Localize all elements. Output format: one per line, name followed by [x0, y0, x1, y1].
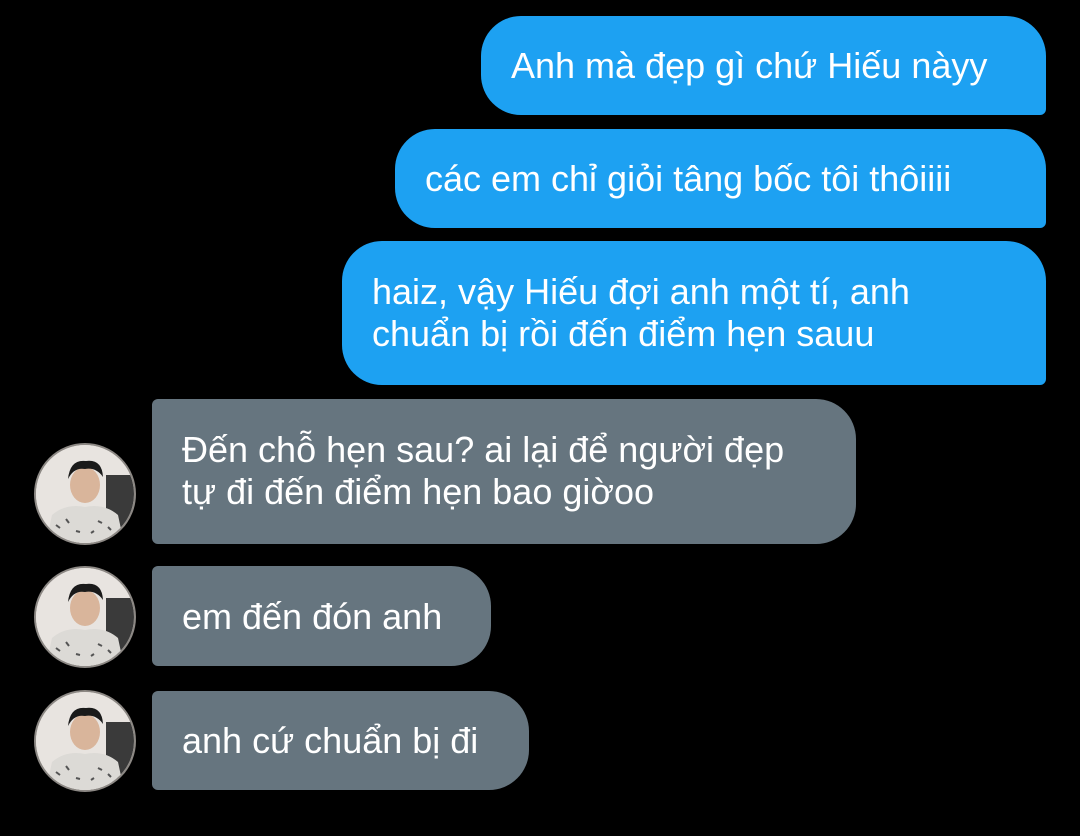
user-avatar-icon[interactable] — [34, 566, 136, 668]
sent-message[interactable]: Anh mà đẹp gì chứ Hiếu nàyy — [481, 16, 1046, 115]
sent-message[interactable]: haiz, vậy Hiếu đợi anh một tí, anh chuẩn… — [342, 241, 1046, 385]
received-message[interactable]: em đến đón anh — [152, 566, 491, 666]
user-avatar-icon[interactable] — [34, 690, 136, 792]
sent-message[interactable]: các em chỉ giỏi tâng bốc tôi thôiiii — [395, 129, 1046, 228]
chat-thread: Anh mà đẹp gì chứ Hiếu nàyy các em chỉ g… — [0, 0, 1080, 836]
user-avatar-icon[interactable] — [34, 443, 136, 545]
received-message[interactable]: anh cứ chuẩn bị đi — [152, 691, 529, 790]
received-message[interactable]: Đến chỗ hẹn sau? ai lại để người đẹp tự … — [152, 399, 856, 544]
